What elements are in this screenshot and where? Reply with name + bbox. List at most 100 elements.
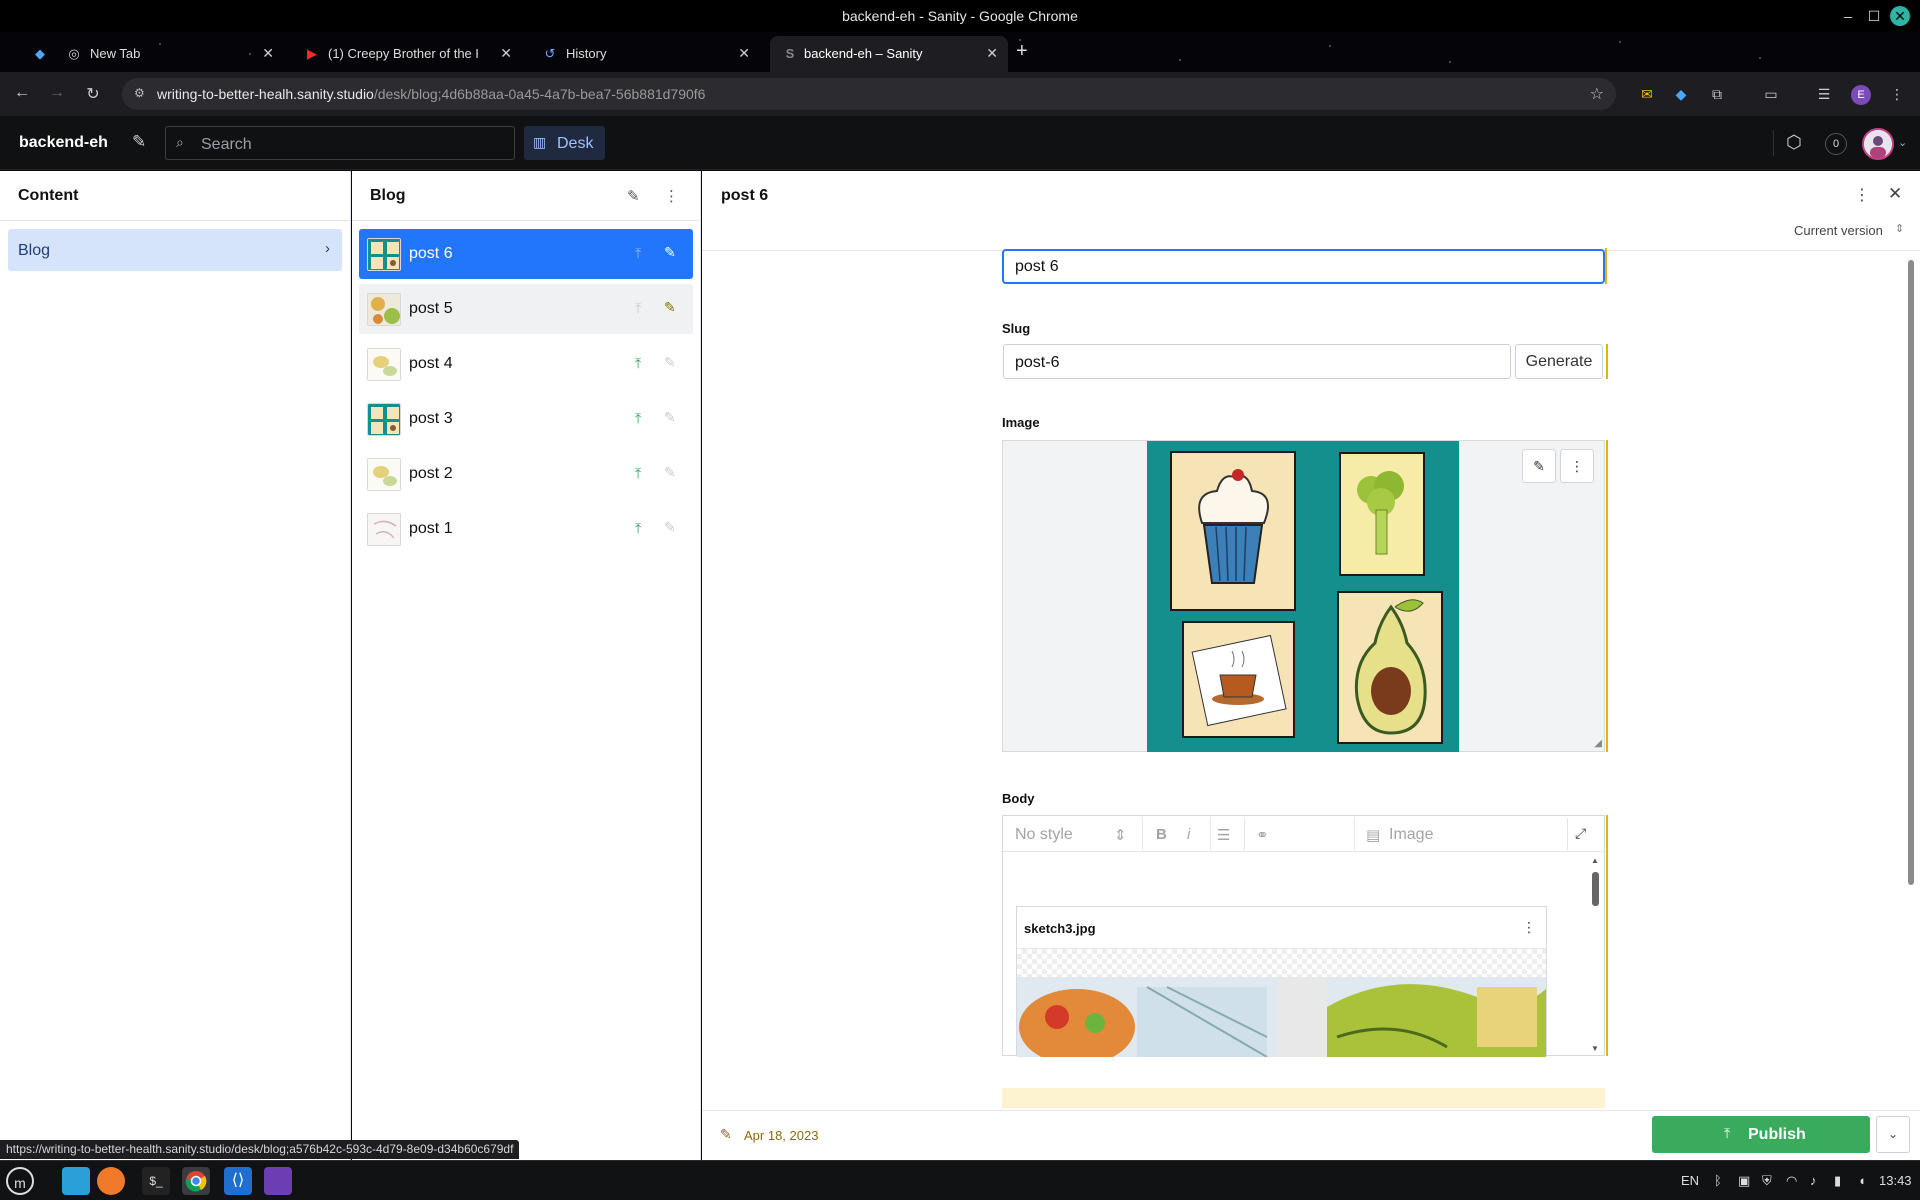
tab-sanity[interactable]: S backend-eh – Sanity ✕ <box>770 36 1008 72</box>
document-row-post-5[interactable]: post 5 ⤒ ✎ <box>359 284 693 334</box>
document-menu-icon[interactable]: ⋮ <box>1854 185 1870 205</box>
close-tab-icon[interactable]: ✕ <box>986 45 998 62</box>
keyboard-language[interactable]: EN <box>1681 1173 1699 1188</box>
obsidian-icon[interactable] <box>264 1167 292 1195</box>
resize-handle-icon[interactable]: ◢ <box>1594 738 1602 749</box>
battery-icon[interactable]: ▮ <box>1834 1173 1841 1189</box>
site-info-icon[interactable]: ⚙ <box>134 86 148 100</box>
search-placeholder: Search <box>201 136 252 153</box>
start-menu-icon[interactable]: m <box>6 1167 34 1195</box>
diamond-extension-icon[interactable]: ◆ <box>1672 85 1690 103</box>
body-editor[interactable]: No style ⇕ B i ☰ ⚭ ▤ Image ⤢ sketch3.jpg… <box>1002 815 1605 1057</box>
slug-field[interactable]: post-6 <box>1003 344 1511 379</box>
chevron-right-icon: › <box>325 240 330 257</box>
document-row-post-4[interactable]: post 4 ⤒ ✎ <box>359 339 693 389</box>
desk-tool-button[interactable]: ▥ Desk <box>524 126 605 160</box>
clipboard-icon[interactable]: ▣ <box>1738 1173 1750 1189</box>
sanity-icon: S <box>785 46 795 61</box>
image-options-icon[interactable]: ⋮ <box>1560 449 1594 483</box>
tab-new-tab[interactable]: ◎ New Tab ✕ <box>54 36 284 72</box>
firefox-icon[interactable] <box>97 1167 125 1195</box>
bold-button[interactable]: B <box>1156 826 1167 843</box>
title-field[interactable]: post 6 <box>1003 250 1604 283</box>
expand-editor-icon[interactable]: ⤢ <box>1575 825 1586 842</box>
close-tab-icon[interactable]: ✕ <box>500 45 512 62</box>
next-field-preview <box>1002 1088 1605 1108</box>
publish-button[interactable]: ⤒ Publish <box>1652 1116 1870 1153</box>
browser-profile-avatar[interactable]: E <box>1851 85 1871 105</box>
generate-slug-button[interactable]: Generate <box>1515 344 1603 379</box>
toolbar-divider <box>1567 818 1568 850</box>
package-icon[interactable]: ⬡ <box>1786 132 1802 153</box>
document-row-post-6[interactable]: post 6 ⤒ ✎ <box>359 229 693 279</box>
new-tab-button[interactable]: + <box>1016 40 1028 63</box>
chrome-taskbar-icon[interactable] <box>182 1167 210 1195</box>
style-select[interactable]: No style <box>1015 826 1073 844</box>
document-row-post-3[interactable]: post 3 ⤒ ✎ <box>359 394 693 444</box>
close-tab-icon[interactable]: ✕ <box>262 45 274 62</box>
chevron-down-icon[interactable]: ⌄ <box>1898 136 1907 149</box>
search-input[interactable]: ⌕ Search <box>165 126 515 160</box>
edit-image-icon[interactable]: ✎ <box>1522 449 1556 483</box>
minimize-button[interactable]: – <box>1838 6 1858 26</box>
tab-history[interactable]: ↺ History ✕ <box>530 36 760 72</box>
body-scroll-thumb[interactable] <box>1592 872 1599 906</box>
link-icon[interactable]: ⚭ <box>1256 826 1269 844</box>
close-pane-icon[interactable]: ✕ <box>1888 184 1902 204</box>
pane-menu-icon[interactable]: ⋮ <box>664 187 679 205</box>
bookmark-star-icon[interactable]: ☆ <box>1590 84 1604 104</box>
insert-image-button[interactable]: Image <box>1389 826 1433 844</box>
close-window-button[interactable]: ✕ <box>1890 6 1910 26</box>
bullet-list-icon[interactable]: ☰ <box>1217 826 1230 844</box>
back-arrow-icon[interactable]: ← <box>12 84 32 102</box>
address-bar[interactable]: ⚙ writing-to-better-healh.sanity.studio/… <box>122 78 1616 110</box>
tab-search-icon[interactable]: ◆ <box>20 36 50 72</box>
sidebar-item-blog[interactable]: Blog › <box>8 229 342 271</box>
embed-menu-icon[interactable]: ⋮ <box>1522 919 1536 936</box>
close-tab-icon[interactable]: ✕ <box>738 45 750 62</box>
editor-scrollbar[interactable] <box>1908 260 1914 885</box>
create-document-icon[interactable]: ✎ <box>627 187 640 205</box>
broccoli-drawing <box>1339 452 1425 576</box>
clock[interactable]: 13:43 <box>1879 1173 1912 1188</box>
extension-icon[interactable]: ✉ <box>1638 85 1656 103</box>
tab-youtube[interactable]: ▶ (1) Creepy Brother of the Ki ✕ <box>292 36 522 72</box>
document-row-post-1[interactable]: post 1 ⤒ ✎ <box>359 504 693 554</box>
scroll-up-icon[interactable]: ▲ <box>1591 856 1599 865</box>
sidebar-item-label: Blog <box>18 242 51 259</box>
version-selector[interactable]: Current version <box>1794 223 1883 238</box>
wifi-icon[interactable]: ◠ <box>1786 1173 1797 1189</box>
publish-more-actions-button[interactable]: ⌄ <box>1876 1116 1910 1153</box>
bluetooth-icon[interactable]: ᛒ <box>1714 1173 1722 1188</box>
embedded-image-block[interactable]: sketch3.jpg ⋮ <box>1016 906 1547 1057</box>
shield-icon[interactable]: ⛨ <box>1762 1173 1772 1189</box>
reload-icon[interactable]: ↻ <box>83 84 103 104</box>
studio-brand[interactable]: backend-eh <box>19 134 108 152</box>
document-row-post-2[interactable]: post 2 ⤒ ✎ <box>359 449 693 499</box>
media-queue-icon[interactable]: ☰ <box>1815 85 1833 103</box>
editor-header: post 6 ⋮ ✕ Current version ⇕ <box>702 171 1920 251</box>
maximize-button[interactable]: ☐ <box>1864 6 1884 26</box>
notification-count-badge[interactable]: 0 <box>1825 133 1847 155</box>
volume-icon[interactable]: ◖ <box>1858 1173 1866 1188</box>
chevron-updown-icon[interactable]: ⇕ <box>1895 222 1904 235</box>
files-icon[interactable] <box>62 1167 90 1195</box>
avatar-image <box>1864 130 1892 158</box>
forward-arrow-icon[interactable]: → <box>47 84 67 102</box>
content-pane-header: Content <box>0 171 350 221</box>
chrome-menu-icon[interactable]: ⋮ <box>1888 85 1906 103</box>
user-avatar[interactable] <box>1862 128 1894 160</box>
extensions-puzzle-icon[interactable]: ⧉ <box>1708 85 1726 103</box>
body-scrollbar[interactable]: ▲ ▼ <box>1588 856 1602 1054</box>
image-field[interactable]: ✎ ⋮ ◢ <box>1002 440 1605 752</box>
music-icon[interactable]: ♪ <box>1810 1173 1817 1188</box>
url-text[interactable]: writing-to-better-healh.sanity.studio/de… <box>157 86 705 102</box>
last-edited-date[interactable]: Apr 18, 2023 <box>744 1128 818 1143</box>
terminal-icon[interactable]: $_ <box>142 1167 170 1195</box>
scroll-down-icon[interactable]: ▼ <box>1591 1044 1599 1053</box>
compose-icon[interactable]: ✎ <box>132 132 146 152</box>
vscode-icon[interactable]: ⟨⟩ <box>224 1167 252 1195</box>
publish-icon: ⤒ <box>1724 1125 1731 1141</box>
italic-button[interactable]: i <box>1187 826 1190 843</box>
cast-icon[interactable]: ▭ <box>1762 85 1780 103</box>
